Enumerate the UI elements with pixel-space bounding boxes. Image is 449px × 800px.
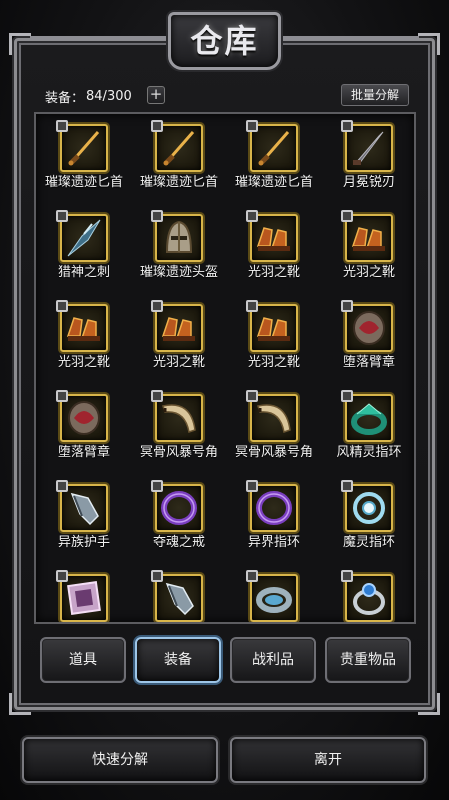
equipment-count: 装备： 84/300 (45, 86, 132, 106)
item-name: 光羽之靴 (57, 355, 110, 370)
frame-corner (418, 33, 440, 55)
item-name: 堕落臂章 (342, 355, 395, 370)
item-name: 蓝宝石戒指 (321, 621, 414, 622)
header-ornament-right (281, 36, 419, 40)
batch-decompose-button[interactable]: 批量分解 (341, 84, 409, 106)
tab-equipment[interactable]: 装备 (135, 637, 221, 683)
item-name: 猎神之刺 (57, 265, 110, 280)
item-name: 风精灵指环 (336, 445, 402, 460)
item-name: 魔灵指环 (342, 535, 395, 550)
frame-corner (9, 693, 31, 715)
item-slot[interactable]: 光羽之靴 (36, 296, 132, 386)
item-name: 异族护手 (57, 535, 110, 550)
lock-icon (341, 390, 353, 402)
item-slot[interactable]: 将领护手 (131, 566, 227, 622)
item-slot[interactable]: 光羽之靴 (226, 206, 322, 296)
item-slot[interactable]: 风精灵指环 (321, 386, 414, 476)
lock-icon (341, 570, 353, 582)
lock-icon (246, 390, 258, 402)
item-name: 璀璨遗迹匕首 (234, 175, 313, 190)
leave-button[interactable]: 离开 (230, 737, 426, 783)
item-name: 光羽之靴 (247, 265, 300, 280)
item-slot[interactable]: 光羽之靴 (321, 206, 414, 296)
item-slot[interactable]: 夺魂之戒 (131, 476, 227, 566)
tab-loot[interactable]: 战利品 (230, 637, 316, 683)
item-slot[interactable]: 璀璨遗迹匕首 (131, 116, 227, 206)
item-slot[interactable]: 异界指环 (226, 476, 322, 566)
lock-icon (151, 210, 163, 222)
item-slot[interactable]: 冥骨风暴号角 (131, 386, 227, 476)
item-name: 夺魂之戒 (152, 535, 205, 550)
lock-icon (151, 390, 163, 402)
lock-icon (151, 300, 163, 312)
lock-icon (341, 120, 353, 132)
lock-icon (246, 300, 258, 312)
item-slot[interactable]: 璀璨遗迹匕首 (226, 116, 322, 206)
item-name: 璀璨遗迹匕首 (139, 175, 218, 190)
lock-icon (151, 570, 163, 582)
lock-icon (246, 210, 258, 222)
item-name: 斯科尔之戒 (226, 621, 322, 622)
item-slot[interactable]: 魔灵指环 (321, 476, 414, 566)
item-slot[interactable]: 璀璨遗迹匕首 (36, 116, 132, 206)
tab-valuables[interactable]: 贵重物品 (325, 637, 411, 683)
count-label: 装备： (45, 90, 85, 106)
item-slot[interactable]: 月冕锐刃 (321, 116, 414, 206)
lock-icon (56, 570, 68, 582)
frame-corner (418, 693, 440, 715)
lock-icon (151, 120, 163, 132)
lock-icon (246, 480, 258, 492)
expand-capacity-button[interactable]: + (147, 86, 165, 104)
item-name: 光羽之靴 (247, 355, 300, 370)
item-slot[interactable]: 光羽之靴 (226, 296, 322, 386)
lock-icon (56, 480, 68, 492)
item-name: 异界指环 (247, 535, 300, 550)
item-name: 光羽之靴 (152, 355, 205, 370)
item-slot[interactable]: 堕落臂章 (321, 296, 414, 386)
item-name: 堕落臂章 (57, 445, 110, 460)
lock-icon (341, 210, 353, 222)
lock-icon (246, 120, 258, 132)
frame-corner (9, 33, 31, 55)
lock-icon (246, 570, 258, 582)
item-slot[interactable]: 冥骨风暴号角 (226, 386, 322, 476)
item-slot[interactable]: 璀璨遗迹头盔 (131, 206, 227, 296)
header-ornament-left (30, 36, 168, 40)
page-title: 仓库 (190, 22, 259, 60)
item-name: 全能芯片 (36, 621, 132, 622)
lock-icon (56, 210, 68, 222)
item-slot[interactable]: 异族护手 (36, 476, 132, 566)
item-slot[interactable]: 猎神之刺 (36, 206, 132, 296)
tab-items[interactable]: 道具 (40, 637, 126, 683)
lock-icon (341, 480, 353, 492)
item-slot[interactable]: 斯科尔之戒 (226, 566, 322, 622)
item-name: 光羽之靴 (342, 265, 395, 280)
item-name: 将领护手 (131, 621, 227, 622)
lock-icon (151, 480, 163, 492)
item-name: 璀璨遗迹头盔 (139, 265, 218, 280)
item-slot[interactable]: 光羽之靴 (131, 296, 227, 386)
lock-icon (56, 390, 68, 402)
item-name: 月冕锐刃 (342, 175, 395, 190)
title-plaque: 仓库 (168, 12, 281, 70)
category-tabs: 道具 装备 战利品 贵重物品 (40, 637, 411, 685)
item-name: 冥骨风暴号角 (234, 445, 313, 460)
item-slot[interactable]: 全能芯片 (36, 566, 132, 622)
lock-icon (56, 300, 68, 312)
count-value: 84/300 (86, 88, 132, 104)
item-slot[interactable]: 堕落臂章 (36, 386, 132, 476)
quick-decompose-button[interactable]: 快速分解 (22, 737, 218, 783)
lock-icon (56, 120, 68, 132)
item-name: 冥骨风暴号角 (139, 445, 218, 460)
item-grid[interactable]: 璀璨遗迹匕首 璀璨遗迹匕首 璀璨遗迹匕首 月冕锐刃 猎神之刺 璀璨遗迹头盔 光羽之靴 光羽之靴… (34, 112, 416, 624)
lock-icon (341, 300, 353, 312)
item-slot[interactable]: 蓝宝石戒指 (321, 566, 414, 622)
item-name: 璀璨遗迹匕首 (44, 175, 123, 190)
